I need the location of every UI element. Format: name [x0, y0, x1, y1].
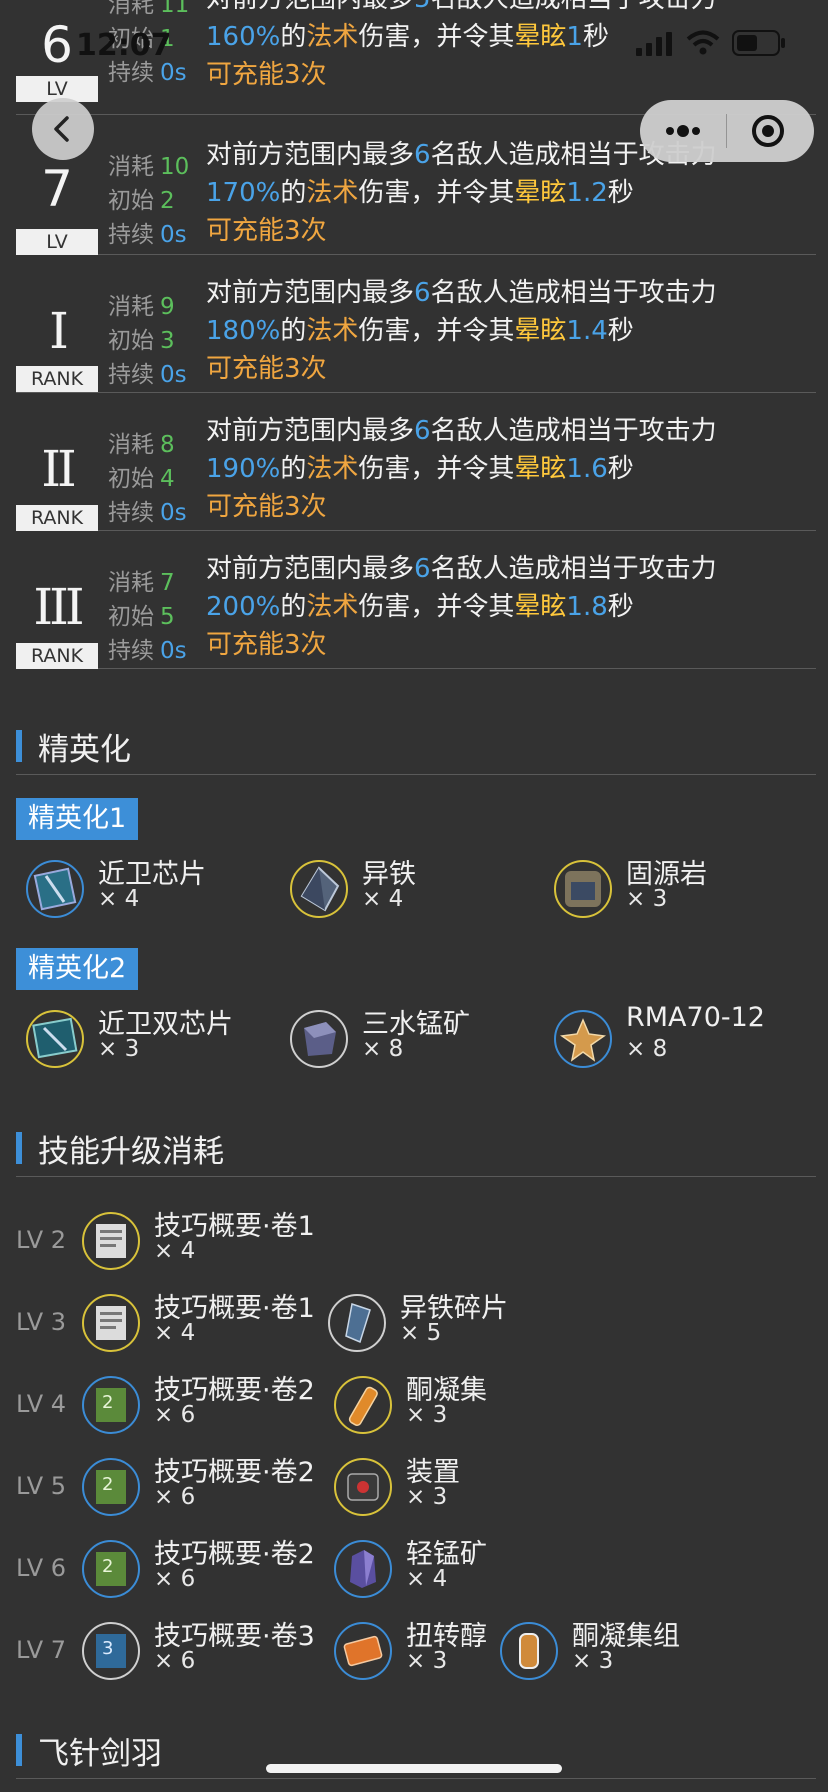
target-circle-icon — [752, 115, 784, 147]
rank-tag: RANK — [16, 643, 98, 669]
rank-tag: RANK — [16, 366, 98, 392]
level-tag: LV — [16, 229, 98, 255]
upgrade-level: LV 5 — [16, 1472, 67, 1500]
more-dots-icon — [666, 125, 700, 137]
section-title: 精英化 — [38, 732, 131, 768]
rank-numeral: I — [49, 302, 69, 360]
upgrade-level: LV 7 — [16, 1636, 67, 1664]
skill-summary-2-icon: 2 — [82, 1540, 140, 1598]
svg-text:2: 2 — [102, 1474, 113, 1495]
device-icon — [334, 1458, 392, 1516]
guard-chip-icon — [26, 860, 84, 918]
polyester-icon — [334, 1622, 392, 1680]
upgrade-row: LV 7 3 技巧概要·卷3 × 6 扭转醇 × 3 酮凝集组 × 3 — [16, 1618, 816, 1688]
status-bar: 12:07 — [0, 0, 828, 88]
upgrade-level: LV 2 — [16, 1226, 67, 1254]
svg-text:2: 2 — [102, 1556, 113, 1577]
upgrade-level: LV 4 — [16, 1390, 67, 1418]
elite2-tag: 精英化2 — [16, 948, 139, 990]
level-number: 7 — [41, 160, 73, 218]
upgrade-row: LV 6 2 技巧概要·卷2 × 6 轻锰矿 × 4 — [16, 1536, 816, 1606]
duration-value: 0s — [160, 222, 187, 248]
rma70-12-icon — [554, 1010, 612, 1068]
upgrade-row: LV 5 2 技巧概要·卷2 × 6 装置 × 3 — [16, 1454, 816, 1524]
upgrade-row: LV 4 2 技巧概要·卷2 × 6 酮凝集 × 3 — [16, 1372, 816, 1442]
skill-level-row: III RANK 消耗 7 初始 5 持续 0s 对前方范围内最多6名敌人造成相当于攻… — [16, 530, 816, 669]
upgrade-row: LV 3 技巧概要·卷1 × 4 异铁碎片 × 5 — [16, 1290, 816, 1360]
ketone-aggregate-icon — [334, 1376, 392, 1434]
mini-program-capsule — [640, 100, 814, 162]
signal-icon — [636, 32, 672, 56]
wifi-icon — [686, 30, 720, 55]
skill-summary-2-icon: 2 — [82, 1376, 140, 1434]
upgrade-level: LV 6 — [16, 1554, 67, 1582]
status-time: 12:07 — [76, 28, 172, 63]
skill-level-row: II RANK 消耗 8 初始 4 持续 0s 对前方范围内最多6名敌人造成相当于攻击… — [16, 392, 816, 531]
guard-dualchip-icon — [26, 1010, 84, 1068]
section-title: 飞针剑羽 — [38, 1736, 162, 1772]
rank-numeral: III — [33, 578, 84, 636]
more-button[interactable] — [640, 100, 726, 162]
skill-summary-2-icon: 2 — [82, 1458, 140, 1516]
skill-description: 对前方范围内最多6名敌人造成相当于攻击力 180%的法术伤害，并令其晕眩1.4秒… — [206, 278, 717, 384]
section-accent-bar — [16, 1132, 22, 1164]
back-button[interactable] — [32, 98, 94, 160]
ketone-aggregate-cluster-icon — [500, 1622, 558, 1680]
rank-numeral: II — [41, 440, 77, 498]
manganese-trihydrate-icon — [290, 1010, 348, 1068]
skill-description: 对前方范围内最多6名敌人造成相当于攻击力 190%的法术伤害，并令其晕眩1.6秒… — [206, 416, 717, 522]
orirock-icon — [554, 860, 612, 918]
section-title: 技能升级消耗 — [38, 1134, 224, 1170]
skill-description: 对前方范围内最多6名敌人造成相当于攻击力 200%的法术伤害，并令其晕眩1.8秒… — [206, 554, 717, 660]
svg-text:3: 3 — [102, 1638, 113, 1659]
orirock-iron-shard-icon — [328, 1294, 386, 1352]
init-value: 2 — [160, 188, 175, 214]
battery-icon — [732, 30, 785, 56]
skill-summary-1-icon — [82, 1212, 140, 1270]
section-accent-bar — [16, 1734, 22, 1766]
skill-summary-1-icon — [82, 1294, 140, 1352]
upgrade-row: LV 2 技巧概要·卷1 × 4 — [16, 1208, 816, 1278]
elite1-tag: 精英化1 — [16, 798, 139, 840]
section-accent-bar — [16, 730, 22, 762]
section-skill-upgrade: 技能升级消耗 — [16, 1122, 816, 1177]
section-elite: 精英化 — [16, 720, 816, 775]
upgrade-level: LV 3 — [16, 1308, 67, 1336]
close-miniprogram-button[interactable] — [727, 100, 814, 162]
cost-value: 10 — [160, 154, 190, 180]
rank-tag: RANK — [16, 505, 98, 531]
skill-summary-3-icon: 3 — [82, 1622, 140, 1680]
home-indicator[interactable] — [266, 1764, 562, 1773]
chevron-left-icon — [54, 116, 69, 142]
loxic-kohl-icon — [334, 1540, 392, 1598]
svg-text:2: 2 — [102, 1392, 113, 1413]
orirock-iron-icon — [290, 860, 348, 918]
skill-level-row: I RANK 消耗 9 初始 3 持续 0s 对前方范围内最多6名敌人造成相当于攻击力… — [16, 254, 816, 393]
